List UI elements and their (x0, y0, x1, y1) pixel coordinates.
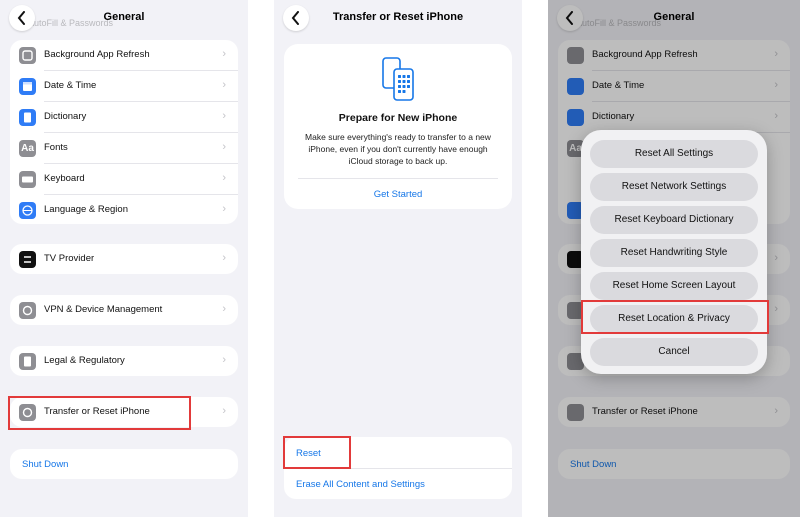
shut-down-button[interactable]: Shut Down (10, 449, 238, 479)
prepare-card: Prepare for New iPhone Make sure everyth… (284, 44, 512, 209)
row-tv-provider[interactable]: TV Provider › (10, 244, 238, 274)
highlight-box (581, 300, 769, 334)
row-label: Legal & Regulatory (44, 355, 125, 366)
row-label: Background App Refresh (44, 49, 150, 60)
tv-provider-icon (19, 251, 36, 268)
two-phones-icon (382, 57, 414, 101)
row-label: Dictionary (44, 111, 87, 122)
document-icon (19, 353, 36, 370)
erase-all-content-button[interactable]: Erase All Content and Settings (296, 479, 425, 490)
reset-all-settings-button[interactable]: Reset All Settings (590, 140, 758, 168)
row-label: Language & Region (44, 204, 128, 215)
globe-icon (19, 202, 36, 219)
chevron-right-icon: › (222, 141, 226, 153)
keyboard-icon (19, 171, 36, 188)
chevron-right-icon: › (222, 405, 226, 417)
highlight-box (8, 396, 191, 430)
card-title: Prepare for New iPhone (338, 112, 458, 124)
row-language-region[interactable]: Language & Region › (10, 195, 238, 225)
chevron-right-icon: › (222, 172, 226, 184)
row-label: Fonts (44, 142, 68, 153)
row-dictionary[interactable]: Dictionary › (10, 102, 238, 132)
chevron-right-icon: › (222, 48, 226, 60)
card-description: Make sure everything's ready to transfer… (305, 132, 491, 166)
page-title: General (103, 11, 145, 23)
legal-group: Legal & Regulatory › (10, 346, 238, 376)
settings-group: Background App Refresh › Date & Time › D… (10, 40, 238, 224)
shut-down-label: Shut Down (22, 459, 69, 470)
book-icon (19, 109, 36, 126)
row-label: Date & Time (44, 80, 97, 91)
calendar-icon (19, 78, 36, 95)
chevron-right-icon: › (222, 354, 226, 366)
row-date-time[interactable]: Date & Time › (10, 71, 238, 101)
get-started-button[interactable]: Get Started (284, 189, 512, 200)
fonts-icon: Aa (19, 140, 36, 157)
reset-keyboard-dictionary-button[interactable]: Reset Keyboard Dictionary (590, 206, 758, 234)
reset-options-screen: AutoFill & Passwords General Background … (548, 0, 800, 517)
app-refresh-icon (19, 47, 36, 64)
chevron-right-icon: › (222, 303, 226, 315)
reset-handwriting-style-button[interactable]: Reset Handwriting Style (590, 239, 758, 267)
row-vpn-device-management[interactable]: VPN & Device Management › (10, 295, 238, 325)
chevron-right-icon: › (222, 203, 226, 215)
divider (298, 178, 498, 179)
page-title: Transfer or Reset iPhone (332, 11, 464, 23)
reset-action-sheet: Reset All Settings Reset Network Setting… (581, 130, 767, 374)
row-keyboard[interactable]: Keyboard › (10, 164, 238, 194)
highlight-box (283, 436, 351, 469)
gear-icon (19, 302, 36, 319)
chevron-right-icon: › (222, 79, 226, 91)
tv-provider-group: TV Provider › (10, 244, 238, 274)
cancel-button[interactable]: Cancel (590, 338, 758, 366)
general-screen: AutoFill & Passwords General Background … (0, 0, 248, 517)
row-legal-regulatory[interactable]: Legal & Regulatory › (10, 346, 238, 376)
transfer-reset-screen: Transfer or Reset iPhone Prepare for New… (274, 0, 522, 517)
vpn-group: VPN & Device Management › (10, 295, 238, 325)
row-label: Keyboard (44, 173, 85, 184)
row-background-app-refresh[interactable]: Background App Refresh › (10, 40, 238, 70)
row-label: VPN & Device Management (44, 304, 163, 315)
chevron-right-icon: › (222, 252, 226, 264)
reset-home-screen-layout-button[interactable]: Reset Home Screen Layout (590, 272, 758, 300)
row-fonts[interactable]: Aa Fonts › (10, 133, 238, 163)
chevron-right-icon: › (222, 110, 226, 122)
row-label: TV Provider (44, 253, 95, 264)
reset-network-settings-button[interactable]: Reset Network Settings (590, 173, 758, 201)
